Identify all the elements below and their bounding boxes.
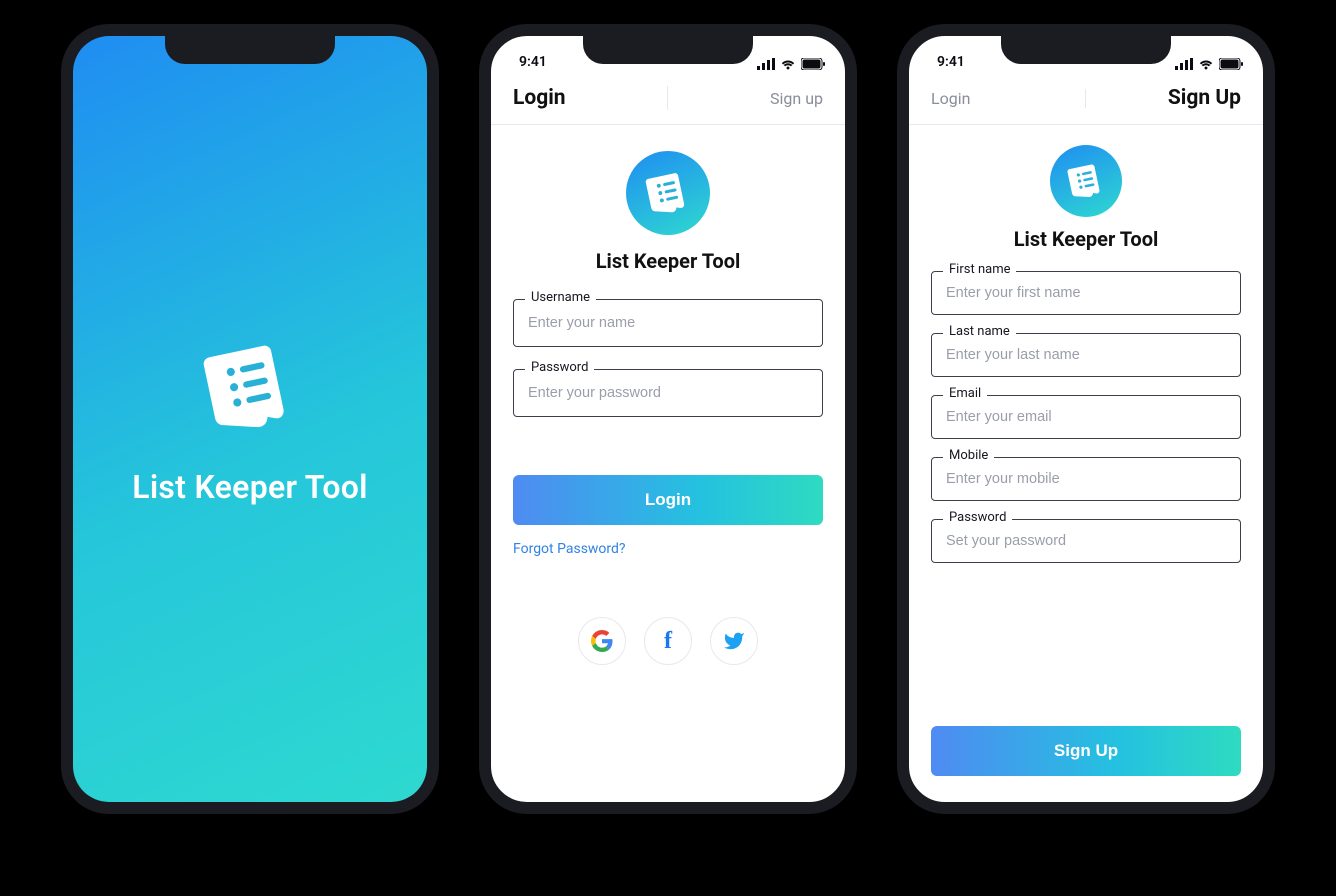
signal-icon (1175, 58, 1193, 70)
wifi-icon (780, 58, 796, 70)
battery-icon (1219, 58, 1243, 70)
social-row: f (513, 617, 823, 665)
tab-signup[interactable]: Sign Up (1086, 86, 1241, 110)
facebook-icon: f (664, 628, 672, 655)
notch (165, 34, 335, 64)
facebook-login-button[interactable]: f (644, 617, 692, 665)
status-time: 9:41 (519, 54, 547, 70)
twitter-login-button[interactable] (710, 617, 758, 665)
app-title: List Keeper Tool (491, 249, 845, 273)
password-label: Password (525, 360, 594, 375)
login-form: Username Password Login Forgot Password?… (491, 299, 845, 665)
mobile-input[interactable] (931, 457, 1241, 501)
first-name-field-wrap: First name (931, 271, 1241, 315)
twitter-icon (723, 630, 745, 652)
notch (583, 34, 753, 64)
splash-screen: List Keeper Tool (73, 36, 427, 802)
login-button[interactable]: Login (513, 475, 823, 525)
signup-button[interactable]: Sign Up (931, 726, 1241, 776)
google-icon (591, 630, 613, 652)
username-label: Username (525, 290, 596, 305)
signup-cta-wrap: Sign Up (909, 726, 1263, 776)
list-icon (195, 332, 305, 442)
auth-tabs: Login Sign up (491, 72, 845, 125)
splash-title: List Keeper Tool (132, 468, 368, 506)
first-name-input[interactable] (931, 271, 1241, 315)
app-title: List Keeper Tool (909, 227, 1263, 251)
phone-signup: 9:41 Login Sign Up List Keeper Tool Firs… (897, 24, 1275, 814)
forgot-password-link[interactable]: Forgot Password? (513, 541, 823, 557)
battery-icon (801, 58, 825, 70)
auth-tabs: Login Sign Up (909, 72, 1263, 125)
signal-icon (757, 58, 775, 70)
last-name-label: Last name (943, 324, 1016, 339)
signup-form: First name Last name Email Mobile Passwo… (909, 271, 1263, 563)
list-icon (1050, 145, 1122, 217)
notch (1001, 34, 1171, 64)
first-name-label: First name (943, 262, 1016, 277)
tab-login[interactable]: Login (931, 89, 1086, 108)
status-time: 9:41 (937, 54, 965, 70)
password-label: Password (943, 510, 1012, 525)
status-icons (757, 58, 825, 70)
mobile-field-wrap: Mobile (931, 457, 1241, 501)
mobile-label: Mobile (943, 448, 994, 463)
phone-login: 9:41 Login Sign up List Keeper Tool User… (479, 24, 857, 814)
status-icons (1175, 58, 1243, 70)
tab-login[interactable]: Login (513, 86, 668, 110)
tab-signup[interactable]: Sign up (668, 89, 823, 108)
email-input[interactable] (931, 395, 1241, 439)
username-input[interactable] (513, 299, 823, 347)
email-field-wrap: Email (931, 395, 1241, 439)
password-input[interactable] (931, 519, 1241, 563)
wifi-icon (1198, 58, 1214, 70)
google-login-button[interactable] (578, 617, 626, 665)
phone-splash: List Keeper Tool (61, 24, 439, 814)
last-name-input[interactable] (931, 333, 1241, 377)
password-input[interactable] (513, 369, 823, 417)
last-name-field-wrap: Last name (931, 333, 1241, 377)
list-icon (626, 151, 710, 235)
username-field-wrap: Username (513, 299, 823, 347)
password-field-wrap: Password (931, 519, 1241, 563)
email-label: Email (943, 386, 987, 401)
password-field-wrap: Password (513, 369, 823, 417)
